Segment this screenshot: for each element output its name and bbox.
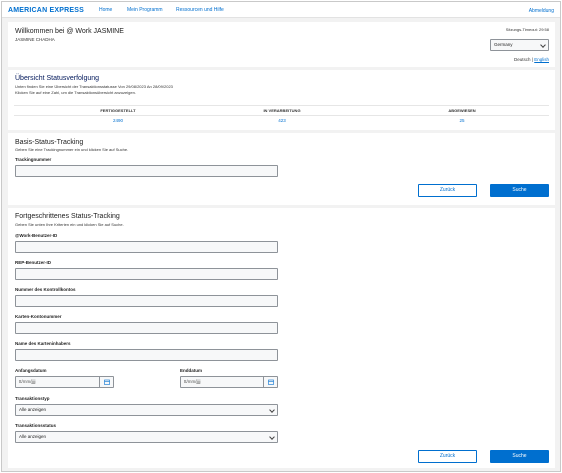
- country-select[interactable]: Germany: [490, 39, 549, 51]
- count-in-verarbeitung[interactable]: 423: [232, 117, 332, 124]
- calendar-icon[interactable]: [99, 377, 113, 387]
- control-account-label: Nummer des Kontrollkontos: [15, 287, 76, 292]
- tracking-number-input[interactable]: [15, 165, 278, 177]
- basic-tracking-title: Basis-Status-Tracking: [15, 139, 84, 146]
- table-rule-mid: [14, 115, 549, 116]
- advanced-search-button[interactable]: Suche: [490, 450, 549, 463]
- signout-link[interactable]: Abmeldung: [529, 8, 554, 15]
- advanced-tracking-title: Fortgeschrittenes Status-Tracking: [15, 213, 120, 220]
- transaction-type-label: Transaktionstyp: [15, 396, 50, 401]
- basic-search-button[interactable]: Suche: [490, 184, 549, 197]
- basic-tracking-card: Basis-Status-Tracking Geben Sie eine Tra…: [8, 133, 555, 205]
- language-switch: Deutsch | English: [514, 57, 549, 63]
- card-account-label: Karten-Kontonummer: [15, 314, 62, 319]
- start-date-label: Anfangsdatum: [15, 368, 47, 373]
- basic-tracking-description: Geben Sie eine Trackingnummer ein und kl…: [15, 147, 129, 152]
- transaction-type-select[interactable]: Alle anzeigen: [15, 404, 278, 416]
- count-abgewiesen[interactable]: 25: [412, 117, 512, 124]
- overview-hint: Klicken Sie auf eine Zahl, um die Transa…: [15, 90, 136, 95]
- calendar-icon[interactable]: [263, 377, 277, 387]
- transaction-status-label: Transaktionsstatus: [15, 423, 57, 428]
- overview-card: Übersicht Statusverfolgung Unten finden …: [8, 70, 555, 130]
- welcome-card: Willkommen bei @ Work JASMINE JASMINE CH…: [8, 22, 555, 67]
- table-rule-top: [14, 105, 549, 106]
- transaction-status-value: Alle anzeigen: [19, 434, 47, 439]
- end-date-label: Enddatum: [180, 368, 202, 373]
- advanced-back-button[interactable]: Zurück: [418, 450, 477, 463]
- start-date-input[interactable]: tt/mm/jjjj: [15, 376, 114, 388]
- work-user-id-input[interactable]: [15, 241, 278, 253]
- basic-back-button[interactable]: Zurück: [418, 184, 477, 197]
- col-header-fertiggestellt: FERTIGGESTELLT: [100, 108, 136, 113]
- count-fertiggestellt[interactable]: 2490: [68, 117, 168, 124]
- user-name: JASMINE CHADHA: [15, 37, 55, 42]
- start-date-placeholder: tt/mm/jjjj: [19, 379, 36, 384]
- col-header-abgewiesen: ABGEWIESEN: [448, 108, 476, 113]
- overview-title: Übersicht Statusverfolgung: [15, 75, 100, 82]
- card-account-input[interactable]: [15, 322, 278, 334]
- chevron-down-icon: [540, 42, 546, 48]
- session-timeout: Sitzungs-Timeout: 29:58: [505, 27, 549, 32]
- cardholder-name-input[interactable]: [15, 349, 278, 361]
- advanced-tracking-description: Geben Sie unten Ihre Kriterien ein und k…: [15, 222, 124, 227]
- lang-deutsch[interactable]: Deutsch: [514, 57, 531, 62]
- rep-user-id-label: REP-Benutzer-ID: [15, 260, 52, 265]
- lang-english[interactable]: English: [534, 57, 549, 62]
- top-navigation: AMERICAN EXPRESS Home Mein Programm Ress…: [2, 2, 560, 18]
- advanced-tracking-card: Fortgeschrittenes Status-Tracking Geben …: [8, 208, 555, 468]
- cardholder-name-label: Name des Karteninhabers: [15, 341, 71, 346]
- control-account-input[interactable]: [15, 295, 278, 307]
- tracking-number-label: Trackingnummer: [15, 157, 52, 162]
- nav-home[interactable]: Home: [99, 7, 112, 14]
- transaction-status-select[interactable]: Alle anzeigen: [15, 431, 278, 443]
- welcome-title: Willkommen bei @ Work JASMINE: [15, 28, 124, 35]
- nav-ressourcen-und-hilfe[interactable]: Ressourcen und Hilfe: [176, 7, 224, 14]
- country-select-value: Germany: [494, 42, 513, 47]
- end-date-input[interactable]: tt/mm/jjjj: [180, 376, 278, 388]
- end-date-placeholder: tt/mm/jjjj: [184, 379, 201, 384]
- chevron-down-icon: [269, 434, 275, 440]
- transaction-type-value: Alle anzeigen: [19, 407, 47, 412]
- lang-separator: |: [531, 57, 533, 62]
- col-header-in-verarbeitung: IN VERARBEITUNG: [263, 108, 301, 113]
- rep-user-id-input[interactable]: [15, 268, 278, 280]
- chevron-down-icon: [269, 407, 275, 413]
- nav-mein-programm[interactable]: Mein Programm: [127, 7, 163, 14]
- app-window: AMERICAN EXPRESS Home Mein Programm Ress…: [1, 1, 561, 472]
- brand-logo[interactable]: AMERICAN EXPRESS: [8, 6, 84, 15]
- work-user-id-label: @Work-Benutzer-ID: [15, 233, 58, 238]
